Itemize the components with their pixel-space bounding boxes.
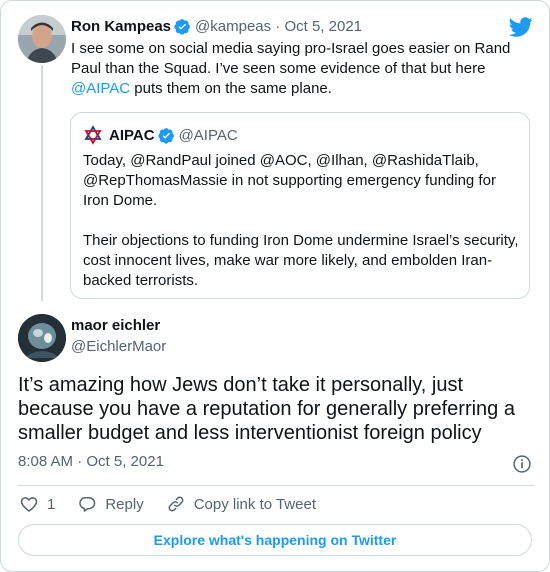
like-count: 1 <box>47 495 56 513</box>
aipac-logo-icon <box>84 125 102 145</box>
copy-link-label: Copy link to Tweet <box>193 495 316 513</box>
avatar[interactable] <box>18 15 66 63</box>
verified-badge-icon <box>174 18 190 35</box>
quoted-author-handle[interactable]: @AIPAC <box>179 127 238 144</box>
like-button[interactable]: 1 <box>19 494 55 514</box>
heart-icon <box>20 497 38 512</box>
original-tweet-text: I see some on social media saying pro-Is… <box>71 39 531 99</box>
link-icon <box>168 496 184 512</box>
reply-tweet-text: It’s amazing how Jews don’t take it pers… <box>18 374 515 444</box>
action-bar: 1 Reply Copy link to Tweet <box>19 493 338 515</box>
avatar-photo <box>18 15 66 63</box>
author-name[interactable]: Ron Kampeas <box>71 18 171 35</box>
quoted-tweet-header: AIPAC @AIPAC <box>83 125 238 145</box>
tweet-text-part: I see some on social media saying pro-Is… <box>71 40 511 77</box>
thread-connector-line <box>41 65 43 301</box>
author-handle-date[interactable]: @kampeas · Oct 5, 2021 <box>195 18 362 35</box>
tweet-embed-card: Ron Kampeas @kampeas · Oct 5, 2021 I see… <box>0 0 550 572</box>
reply-label: Reply <box>105 495 144 513</box>
divider <box>18 485 534 486</box>
quoted-author-name[interactable]: AIPAC <box>109 127 155 144</box>
quoted-tweet-text: Today, @RandPaul joined @AOC, @Ilhan, @R… <box>83 152 519 289</box>
reply-icon <box>79 497 96 512</box>
avatar-photo <box>18 314 66 362</box>
tweet-timestamp[interactable]: 8:08 AM · Oct 5, 2021 <box>18 453 164 470</box>
reply-author-handle[interactable]: @EichlerMaor <box>71 338 166 355</box>
tweet-text-part: puts them on the same plane. <box>130 80 332 97</box>
info-icon[interactable] <box>512 454 532 474</box>
mention-link[interactable]: @AIPAC <box>71 80 130 97</box>
verified-badge-icon <box>157 127 174 144</box>
twitter-bird-icon[interactable] <box>509 15 533 39</box>
avatar[interactable] <box>18 314 66 362</box>
copy-link-button[interactable]: Copy link to Tweet <box>166 494 316 514</box>
reply-author-name[interactable]: maor eichler <box>71 317 160 334</box>
explore-twitter-button[interactable]: Explore what's happening on Twitter <box>18 524 532 556</box>
quoted-tweet[interactable]: AIPAC @AIPAC Today, @RandPaul joined @AO… <box>70 112 530 299</box>
original-tweet-header: Ron Kampeas @kampeas · Oct 5, 2021 <box>71 15 362 37</box>
reply-button[interactable]: Reply <box>77 494 144 514</box>
